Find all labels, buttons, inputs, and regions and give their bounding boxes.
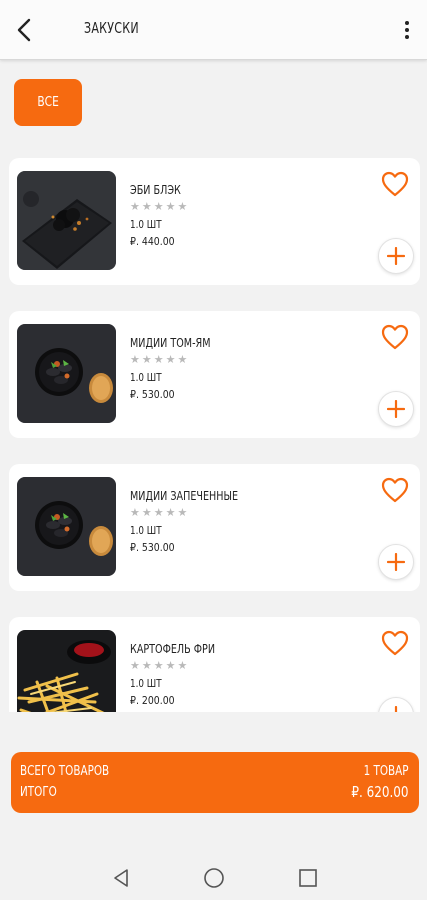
cart-items-label: ВСЕГО ТОВАРОВ	[20, 764, 110, 779]
heart-icon	[381, 630, 409, 656]
shrimp-dish-image	[17, 171, 116, 270]
product-name: ЭБИ БЛЭК	[130, 183, 181, 197]
product-name: МИДИИ ТОМ-ЯМ	[130, 336, 211, 350]
plus-icon	[394, 706, 398, 712]
nav-back-button[interactable]	[110, 867, 132, 889]
more-options-button[interactable]	[397, 16, 417, 44]
filter-chip-all[interactable]: ВСЕ	[14, 79, 82, 126]
filter-chip-label: ВСЕ	[37, 95, 59, 110]
plus-icon	[387, 553, 405, 571]
product-price: ₽. 530.00	[130, 388, 175, 401]
product-card[interactable]: ЭБИ БЛЭК ★ ★ ★ ★ ★ 1.0 ШТ ₽. 440.00	[9, 158, 420, 285]
product-price: ₽. 530.00	[130, 541, 175, 554]
heart-icon	[381, 324, 409, 350]
mussels-dish-image	[17, 324, 116, 423]
favorite-button[interactable]	[381, 171, 409, 197]
cart-values: 1 ТОВАР ₽. 620.00	[352, 761, 409, 803]
rating-stars: ★ ★ ★ ★ ★	[130, 507, 188, 519]
back-triangle-icon	[114, 869, 128, 887]
product-name: КАРТОФЕЛЬ ФРИ	[130, 642, 216, 656]
favorite-button[interactable]	[381, 630, 409, 656]
add-to-cart-button[interactable]	[378, 238, 414, 274]
add-to-cart-button[interactable]	[378, 697, 414, 712]
cart-total-label: ИТОГО	[20, 785, 57, 800]
product-quantity: 1.0 ШТ	[130, 371, 162, 384]
page-title: ЗАКУСКИ	[84, 19, 139, 37]
product-price: ₽. 200.00	[130, 694, 175, 707]
back-arrow-icon	[17, 18, 31, 42]
favorite-button[interactable]	[381, 477, 409, 503]
product-info: ЭБИ БЛЭК ★ ★ ★ ★ ★ 1.0 ШТ ₽. 440.00	[130, 182, 194, 249]
product-card[interactable]: МИДИИ ЗАПЕЧЕННЫЕ ★ ★ ★ ★ ★ 1.0 ШТ ₽. 530.00	[9, 464, 420, 591]
nav-recents-button[interactable]	[297, 867, 319, 889]
cart-labels: ВСЕГО ТОВАРОВ ИТОГО	[20, 761, 109, 803]
rating-stars: ★ ★ ★ ★ ★	[130, 201, 188, 213]
product-card[interactable]: КАРТОФЕЛЬ ФРИ ★ ★ ★ ★ ★ 1.0 ШТ ₽. 200.00	[9, 617, 420, 712]
fries-image	[17, 630, 116, 712]
add-to-cart-button[interactable]	[378, 544, 414, 580]
cart-total-amount: ₽. 620.00	[351, 783, 409, 801]
favorite-button[interactable]	[381, 324, 409, 350]
product-info: МИДИИ ТОМ-ЯМ ★ ★ ★ ★ ★ 1.0 ШТ ₽. 530.00	[130, 335, 231, 402]
nav-home-button[interactable]	[203, 867, 225, 889]
product-list[interactable]: ЭБИ БЛЭК ★ ★ ★ ★ ★ 1.0 ШТ ₽. 440.00 МИДИ…	[0, 140, 427, 712]
home-circle-icon	[204, 868, 224, 888]
rating-stars: ★ ★ ★ ★ ★	[130, 354, 188, 366]
rating-stars: ★ ★ ★ ★ ★	[130, 660, 188, 672]
product-price: ₽. 440.00	[130, 235, 175, 248]
product-name: МИДИИ ЗАПЕЧЕННЫЕ	[130, 489, 239, 503]
app-bar: ЗАКУСКИ	[0, 0, 427, 60]
product-quantity: 1.0 ШТ	[130, 218, 162, 231]
cart-items-count: 1 ТОВАР	[364, 764, 409, 779]
cart-summary-button[interactable]: ВСЕГО ТОВАРОВ ИТОГО 1 ТОВАР ₽. 620.00	[11, 752, 419, 813]
back-button[interactable]	[10, 14, 38, 46]
more-vertical-icon	[405, 21, 409, 25]
product-quantity: 1.0 ШТ	[130, 524, 162, 537]
product-info: МИДИИ ЗАПЕЧЕННЫЕ ★ ★ ★ ★ ★ 1.0 ШТ ₽. 530.00	[130, 488, 265, 555]
product-card[interactable]: МИДИИ ТОМ-ЯМ ★ ★ ★ ★ ★ 1.0 ШТ ₽. 530.00	[9, 311, 420, 438]
system-nav-bar	[0, 855, 427, 900]
heart-icon	[381, 477, 409, 503]
heart-icon	[381, 171, 409, 197]
plus-icon	[387, 400, 405, 418]
product-info: КАРТОФЕЛЬ ФРИ ★ ★ ★ ★ ★ 1.0 ШТ ₽. 200.00	[130, 641, 236, 708]
plus-icon	[387, 247, 405, 265]
recents-square-icon	[299, 869, 317, 887]
product-quantity: 1.0 ШТ	[130, 677, 162, 690]
mussels-dish-image	[17, 477, 116, 576]
add-to-cart-button[interactable]	[378, 391, 414, 427]
